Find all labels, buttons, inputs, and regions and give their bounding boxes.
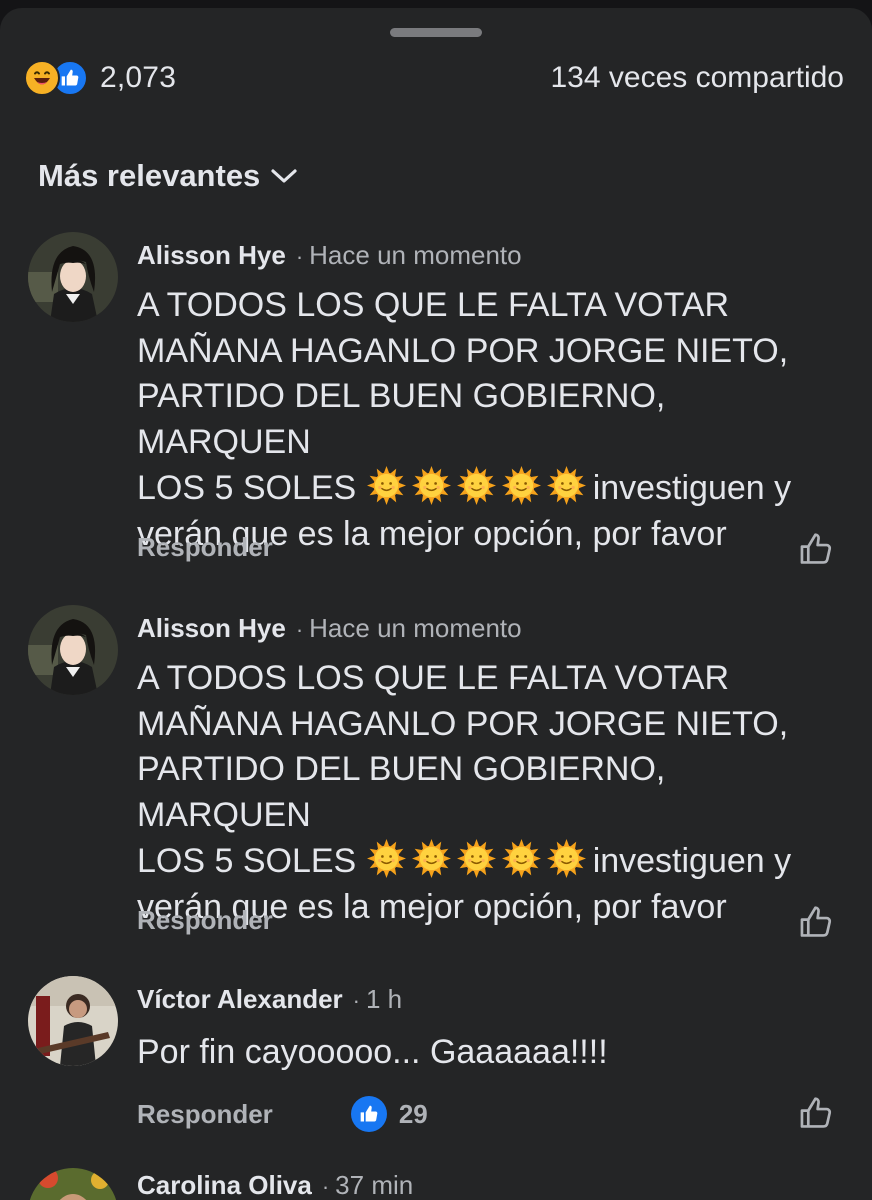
like-outline-icon[interactable]: [798, 530, 836, 568]
avatar[interactable]: [28, 605, 118, 695]
comment-time[interactable]: Hace un momento: [309, 240, 521, 271]
reply-button[interactable]: Responder: [137, 532, 273, 563]
chevron-down-icon: [271, 169, 297, 183]
comment-author[interactable]: Víctor Alexander: [137, 984, 343, 1015]
sun-with-face-icon: [546, 466, 586, 505]
comment-author[interactable]: Carolina Oliva: [137, 1170, 312, 1200]
comment-text-line: MAÑANA HAGANLO POR JORGE NIETO,: [137, 704, 789, 743]
haha-icon: [24, 60, 60, 96]
separator-dot: ·: [295, 617, 304, 642]
comment-header: Alisson Hye · Hace un momento: [137, 240, 522, 271]
avatar[interactable]: [28, 1168, 118, 1200]
comment-item: Carolina Oliva · 37 min: [0, 1168, 872, 1200]
comment-time[interactable]: 1 h: [366, 984, 402, 1015]
reaction-icons: [24, 60, 88, 96]
reactions-left[interactable]: 2,073: [24, 60, 176, 96]
sun-with-face-icon: [501, 466, 541, 505]
comment-item: Víctor Alexander · 1 h Por fin cayooooo.…: [0, 976, 872, 1132]
comment-header: Carolina Oliva · 37 min: [137, 1170, 413, 1200]
separator-dot: ·: [321, 1174, 330, 1199]
like-outline-icon[interactable]: [798, 1094, 836, 1132]
comment-like-summary[interactable]: 29: [350, 1096, 428, 1132]
reactions-summary[interactable]: 2,073 134 veces compartido: [24, 58, 844, 98]
comment-text-segment: LOS 5 SOLES: [137, 842, 357, 880]
comment-time[interactable]: 37 min: [335, 1170, 413, 1200]
sun-emoji-group: [366, 839, 593, 880]
sort-dropdown[interactable]: Más relevantes: [38, 158, 298, 194]
like-outline-icon[interactable]: [798, 903, 836, 941]
comment-text: Por fin cayooooo... Gaaaaaa!!!!: [137, 1033, 608, 1071]
share-count[interactable]: 134 veces compartido: [551, 61, 845, 95]
comment-text-segment: investiguen y: [592, 469, 792, 507]
comment-author[interactable]: Alisson Hye: [137, 240, 286, 271]
like-icon: [350, 1096, 387, 1132]
comment-time[interactable]: Hace un momento: [309, 613, 521, 644]
sun-with-face-icon: [411, 466, 451, 505]
comment-text-line: LOS 5 SOLES investiguen y: [137, 465, 847, 512]
reply-button[interactable]: Responder: [137, 1099, 273, 1130]
comment-header: Víctor Alexander · 1 h: [137, 984, 402, 1015]
comment-text-segment: investiguen y: [592, 842, 792, 880]
sort-label: Más relevantes: [38, 158, 261, 193]
comment-text-line: A TODOS LOS QUE LE FALTA VOTAR: [137, 286, 730, 324]
sun-with-face-icon: [366, 466, 406, 505]
comment-item: Alisson Hye · Hace un momento A TODOS LO…: [0, 232, 872, 592]
sun-with-face-icon: [411, 839, 451, 878]
avatar[interactable]: [28, 976, 118, 1066]
comment-text-line: PARTIDO DEL BUEN GOBIERNO, MARQUEN: [137, 377, 666, 461]
comment-text-line: PARTIDO DEL BUEN GOBIERNO, MARQUEN: [137, 750, 666, 834]
comments-sheet: 2,073 134 veces compartido Más relevante…: [0, 8, 872, 1200]
separator-dot: ·: [295, 244, 304, 269]
sun-with-face-icon: [546, 839, 586, 878]
avatar[interactable]: [28, 232, 118, 322]
sun-with-face-icon: [456, 839, 496, 878]
comment-header: Alisson Hye · Hace un momento: [137, 613, 522, 644]
comment-actions: Responder: [137, 532, 273, 563]
drag-handle[interactable]: [390, 28, 482, 37]
comment-actions: Responder: [137, 905, 273, 936]
comment-text: A TODOS LOS QUE LE FALTA VOTAR MAÑANA HA…: [137, 656, 847, 930]
like-count: 29: [398, 1098, 428, 1129]
comment-text-line: LOS 5 SOLES investiguen y: [137, 838, 847, 885]
comment-text-line: MAÑANA HAGANLO POR JORGE NIETO,: [137, 331, 789, 370]
comment-text-segment: LOS 5 SOLES: [137, 469, 357, 507]
sun-with-face-icon: [366, 839, 406, 878]
reaction-count: 2,073: [100, 61, 177, 94]
separator-dot: ·: [352, 988, 360, 1013]
sun-emoji-group: [366, 466, 593, 507]
comment-item: Alisson Hye · Hace un momento A TODOS LO…: [0, 605, 872, 965]
comment-actions: Responder 29: [137, 1096, 428, 1132]
reply-button[interactable]: Responder: [137, 905, 273, 936]
comment-text: A TODOS LOS QUE LE FALTA VOTAR MAÑANA HA…: [137, 283, 847, 557]
sun-with-face-icon: [501, 839, 541, 878]
comment-text-line: A TODOS LOS QUE LE FALTA VOTAR: [137, 659, 730, 697]
sun-with-face-icon: [456, 466, 496, 505]
comment-author[interactable]: Alisson Hye: [137, 613, 286, 644]
